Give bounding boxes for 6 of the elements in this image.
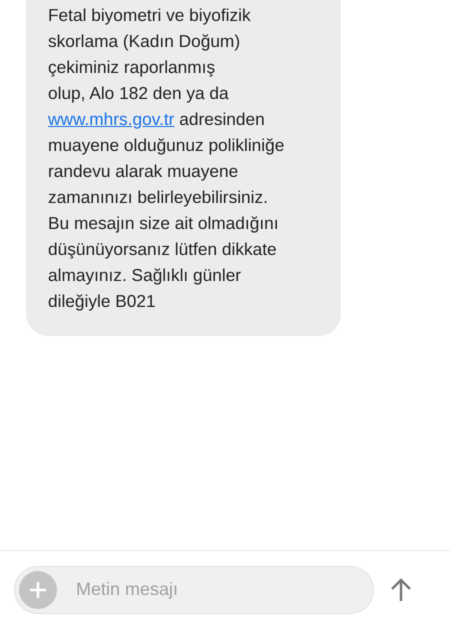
message-text: Fetal biyometri ve biyofizik skorlama (Kadın Doğum) çekiminiz raporlanmış olup, Alo 182 den ya da www.mhrs.gov.tr adresinden muayene olduğunuz polikliniğe randevu alarak muayene zamanınızı belirleyebilirsiniz. Bu mesajın size ait olmadığını düşünüyorsanız lütfen dikkate almayınız. Sağlıklı günler dileğiyle B021 — [48, 4, 286, 313]
message-input-field[interactable]: Metin mesajı — [14, 566, 374, 614]
plus-icon — [28, 580, 48, 600]
website-link[interactable]: www.mhrs.gov.tr — [48, 109, 174, 129]
send-button[interactable] — [390, 578, 412, 602]
arrow-up-icon — [390, 578, 412, 602]
